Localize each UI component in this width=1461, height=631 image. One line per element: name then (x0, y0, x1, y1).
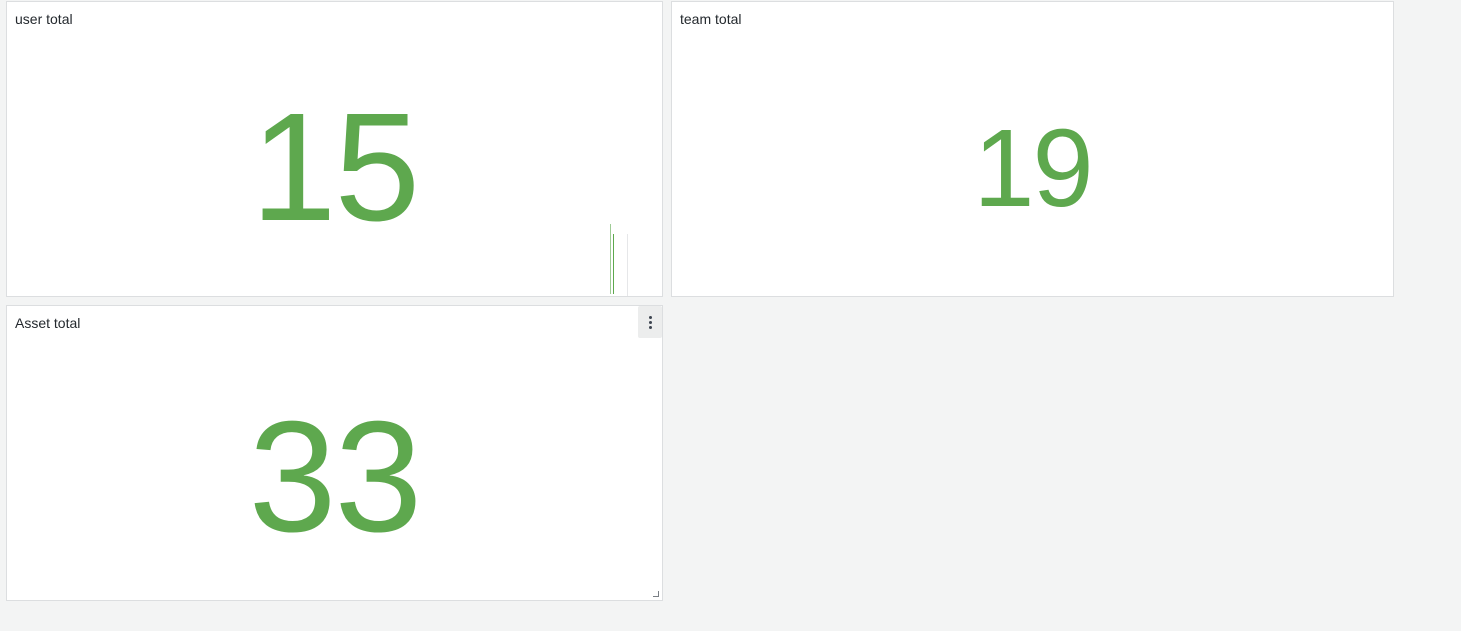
sparkline-mark (613, 234, 614, 294)
stat-value: 19 (973, 107, 1093, 230)
panel-title: user total (15, 11, 73, 27)
panel-title: Asset total (15, 315, 81, 331)
resize-handle-icon[interactable] (653, 591, 659, 597)
stat-value: 33 (248, 389, 423, 565)
sparkline-mark (610, 224, 611, 294)
panel-team-total[interactable]: team total 19 (671, 1, 1394, 297)
panel-menu-button[interactable] (638, 306, 662, 338)
stat-value: 15 (250, 81, 420, 253)
sparkline-mark (627, 234, 628, 296)
panel-asset-total[interactable]: Asset total 33 (6, 305, 663, 601)
kebab-menu-icon (648, 315, 652, 329)
panel-title: team total (680, 11, 742, 27)
panel-user-total[interactable]: user total 15 (6, 1, 663, 297)
